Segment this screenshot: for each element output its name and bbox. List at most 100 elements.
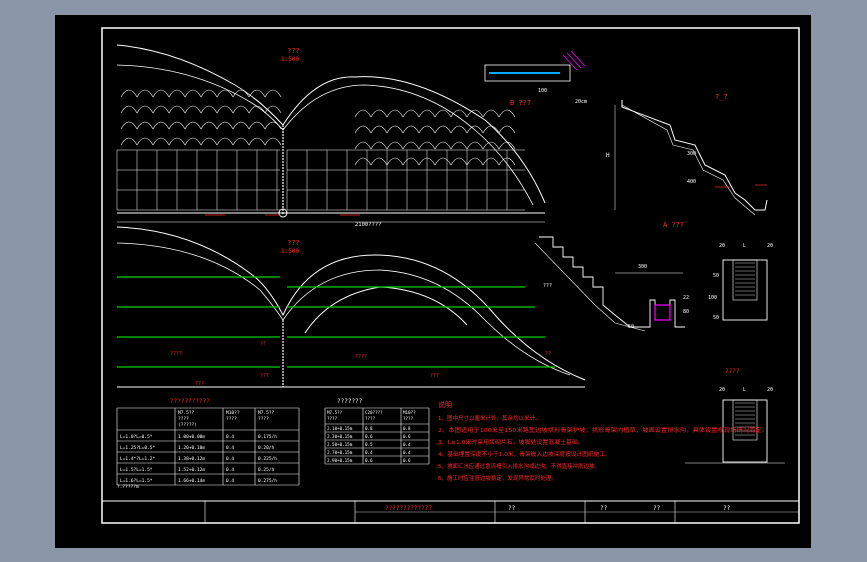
arch [168, 105, 186, 114]
table1-cell: 0.4 [226, 445, 234, 451]
table-1: ??????????? M7.5??????(?????)M10??????M7… [116, 398, 300, 490]
detail-b-dim-100: 100 [538, 88, 547, 94]
note-line: 6、施工时应注意边坡稳定，发现异常及时处理。 [438, 474, 557, 482]
cad-viewport[interactable]: ??? 1:500 2100???? ??? 1:500 ???? ?? ???… [55, 15, 811, 548]
arch [434, 141, 452, 150]
note-line: 5、坡面汇水应通过急流槽引入排水沟或边沟，不得直接冲刷边坡。 [438, 462, 600, 470]
arch [136, 121, 154, 130]
plan-label-5: ??? [430, 373, 439, 379]
arch [120, 105, 138, 114]
arch [232, 137, 250, 146]
arch [120, 121, 138, 130]
elevation-scale: 1:500 [281, 56, 299, 63]
table1-cell: 0.275/h [258, 478, 277, 484]
table2-cell: ???? [365, 416, 376, 421]
table2-cell: 2.50+0.15m [327, 442, 353, 447]
table1-cell: L=1.6?L=1.5* [120, 478, 153, 484]
arch [402, 125, 420, 134]
arch [264, 89, 282, 98]
table2-cell: M7.5?? [327, 410, 343, 415]
table1-cell: 0.20/h [258, 445, 275, 451]
table1-cell: 0.225/h [258, 456, 277, 462]
table1-cell: L=1.0?L=0.5* [120, 434, 153, 440]
table-2: ??????? M7.5??????C20????????M10??????2.… [324, 398, 430, 465]
arch [466, 141, 484, 150]
arch [402, 157, 420, 166]
plan-label-3: ???? [355, 354, 367, 360]
right-detail-top: 20 L 20 50 100 50 [708, 243, 773, 321]
arch [434, 125, 452, 134]
tb-cell-4: ?? [723, 505, 731, 512]
arch [418, 109, 436, 118]
arch [450, 157, 468, 166]
table2-cell: ???? [327, 416, 338, 421]
arch [386, 109, 404, 118]
arch [450, 125, 468, 134]
rdb-inner [732, 399, 758, 441]
arch [184, 89, 202, 98]
table1-header: (?????) [178, 422, 197, 428]
table2-cell: 2.70+0.15m [327, 450, 353, 455]
right-detail-bottom: ???? 20 L 20 [685, 368, 785, 464]
arch [136, 137, 154, 146]
arch [370, 141, 388, 150]
table1-cell: L=1.5?L=1.5* [120, 467, 153, 473]
left-tag: ??? [543, 283, 552, 289]
rdb-dim-3: 20 [767, 387, 773, 393]
arch [466, 157, 484, 166]
arch [386, 157, 404, 166]
arch [370, 125, 388, 134]
table2-cell: 0.6 [365, 434, 373, 439]
plan-label-6: ?? [545, 351, 551, 357]
arch [354, 157, 372, 166]
table2-cell: ???? [403, 416, 414, 421]
arch [232, 121, 250, 130]
table2-cell: 0.8 [403, 426, 411, 431]
section-view: ?_? H 300 400 [606, 93, 768, 216]
section-300: 300 [687, 151, 696, 157]
arch [354, 109, 372, 118]
arch [152, 105, 170, 114]
arch [232, 105, 250, 114]
arch [386, 141, 404, 150]
note-line: 4、基础埋置深度不小于1.0米，骨架嵌入边坡深度按设计图纸施工。 [438, 450, 611, 458]
table2-cell: C20???? [365, 410, 383, 415]
table2-cell: 0.5 [365, 442, 373, 447]
rdt-side-50: 50 [713, 273, 719, 279]
arch [136, 105, 154, 114]
table2-grid: M7.5??????C20????????M10??????2.10+0.15m… [324, 407, 430, 465]
title-block: ????????????? ?? ?? ?? ?? [102, 500, 799, 523]
notes-heading: 说明 [438, 400, 452, 409]
section-title: ?_? [715, 93, 728, 101]
drawing-sheet: ??? 1:500 2100???? ??? 1:500 ???? ?? ???… [101, 27, 800, 524]
arch [402, 109, 420, 118]
tb-cell-1: ?? [508, 505, 516, 512]
plan-title: ??? [287, 239, 300, 247]
detail-a-steps [539, 236, 685, 328]
table1-header: M7.5?? [258, 410, 275, 416]
table1-note: ?.?????m [117, 484, 139, 490]
table1-cell: 0.175/h [258, 434, 277, 440]
rdb-title: ???? [725, 368, 740, 375]
section-h: H [606, 152, 610, 159]
table1-cell: 0.4 [226, 434, 234, 440]
total-length: 2100???? [355, 222, 382, 228]
slab-grid [116, 149, 525, 211]
arch [152, 137, 170, 146]
rdt-outer [722, 259, 768, 321]
arch [200, 121, 218, 130]
rdt-dim-3: 20 [767, 243, 773, 249]
table1-cell: 1.38+0.12m [178, 456, 205, 462]
note-line: 3、L≥1.0米时采用浆砌片石，坡脚处设置混凝土基础。 [438, 438, 584, 446]
rdt-side-100: 100 [708, 295, 717, 301]
arch [418, 141, 436, 150]
arch [450, 141, 468, 150]
arch [264, 137, 282, 146]
arch [216, 137, 234, 146]
arch [200, 137, 218, 146]
arch [200, 105, 218, 114]
arch [184, 121, 202, 130]
arch [168, 89, 186, 98]
table2-cell: 0.4 [403, 450, 411, 455]
table2-cell: 2.30+0.15m [327, 434, 353, 439]
